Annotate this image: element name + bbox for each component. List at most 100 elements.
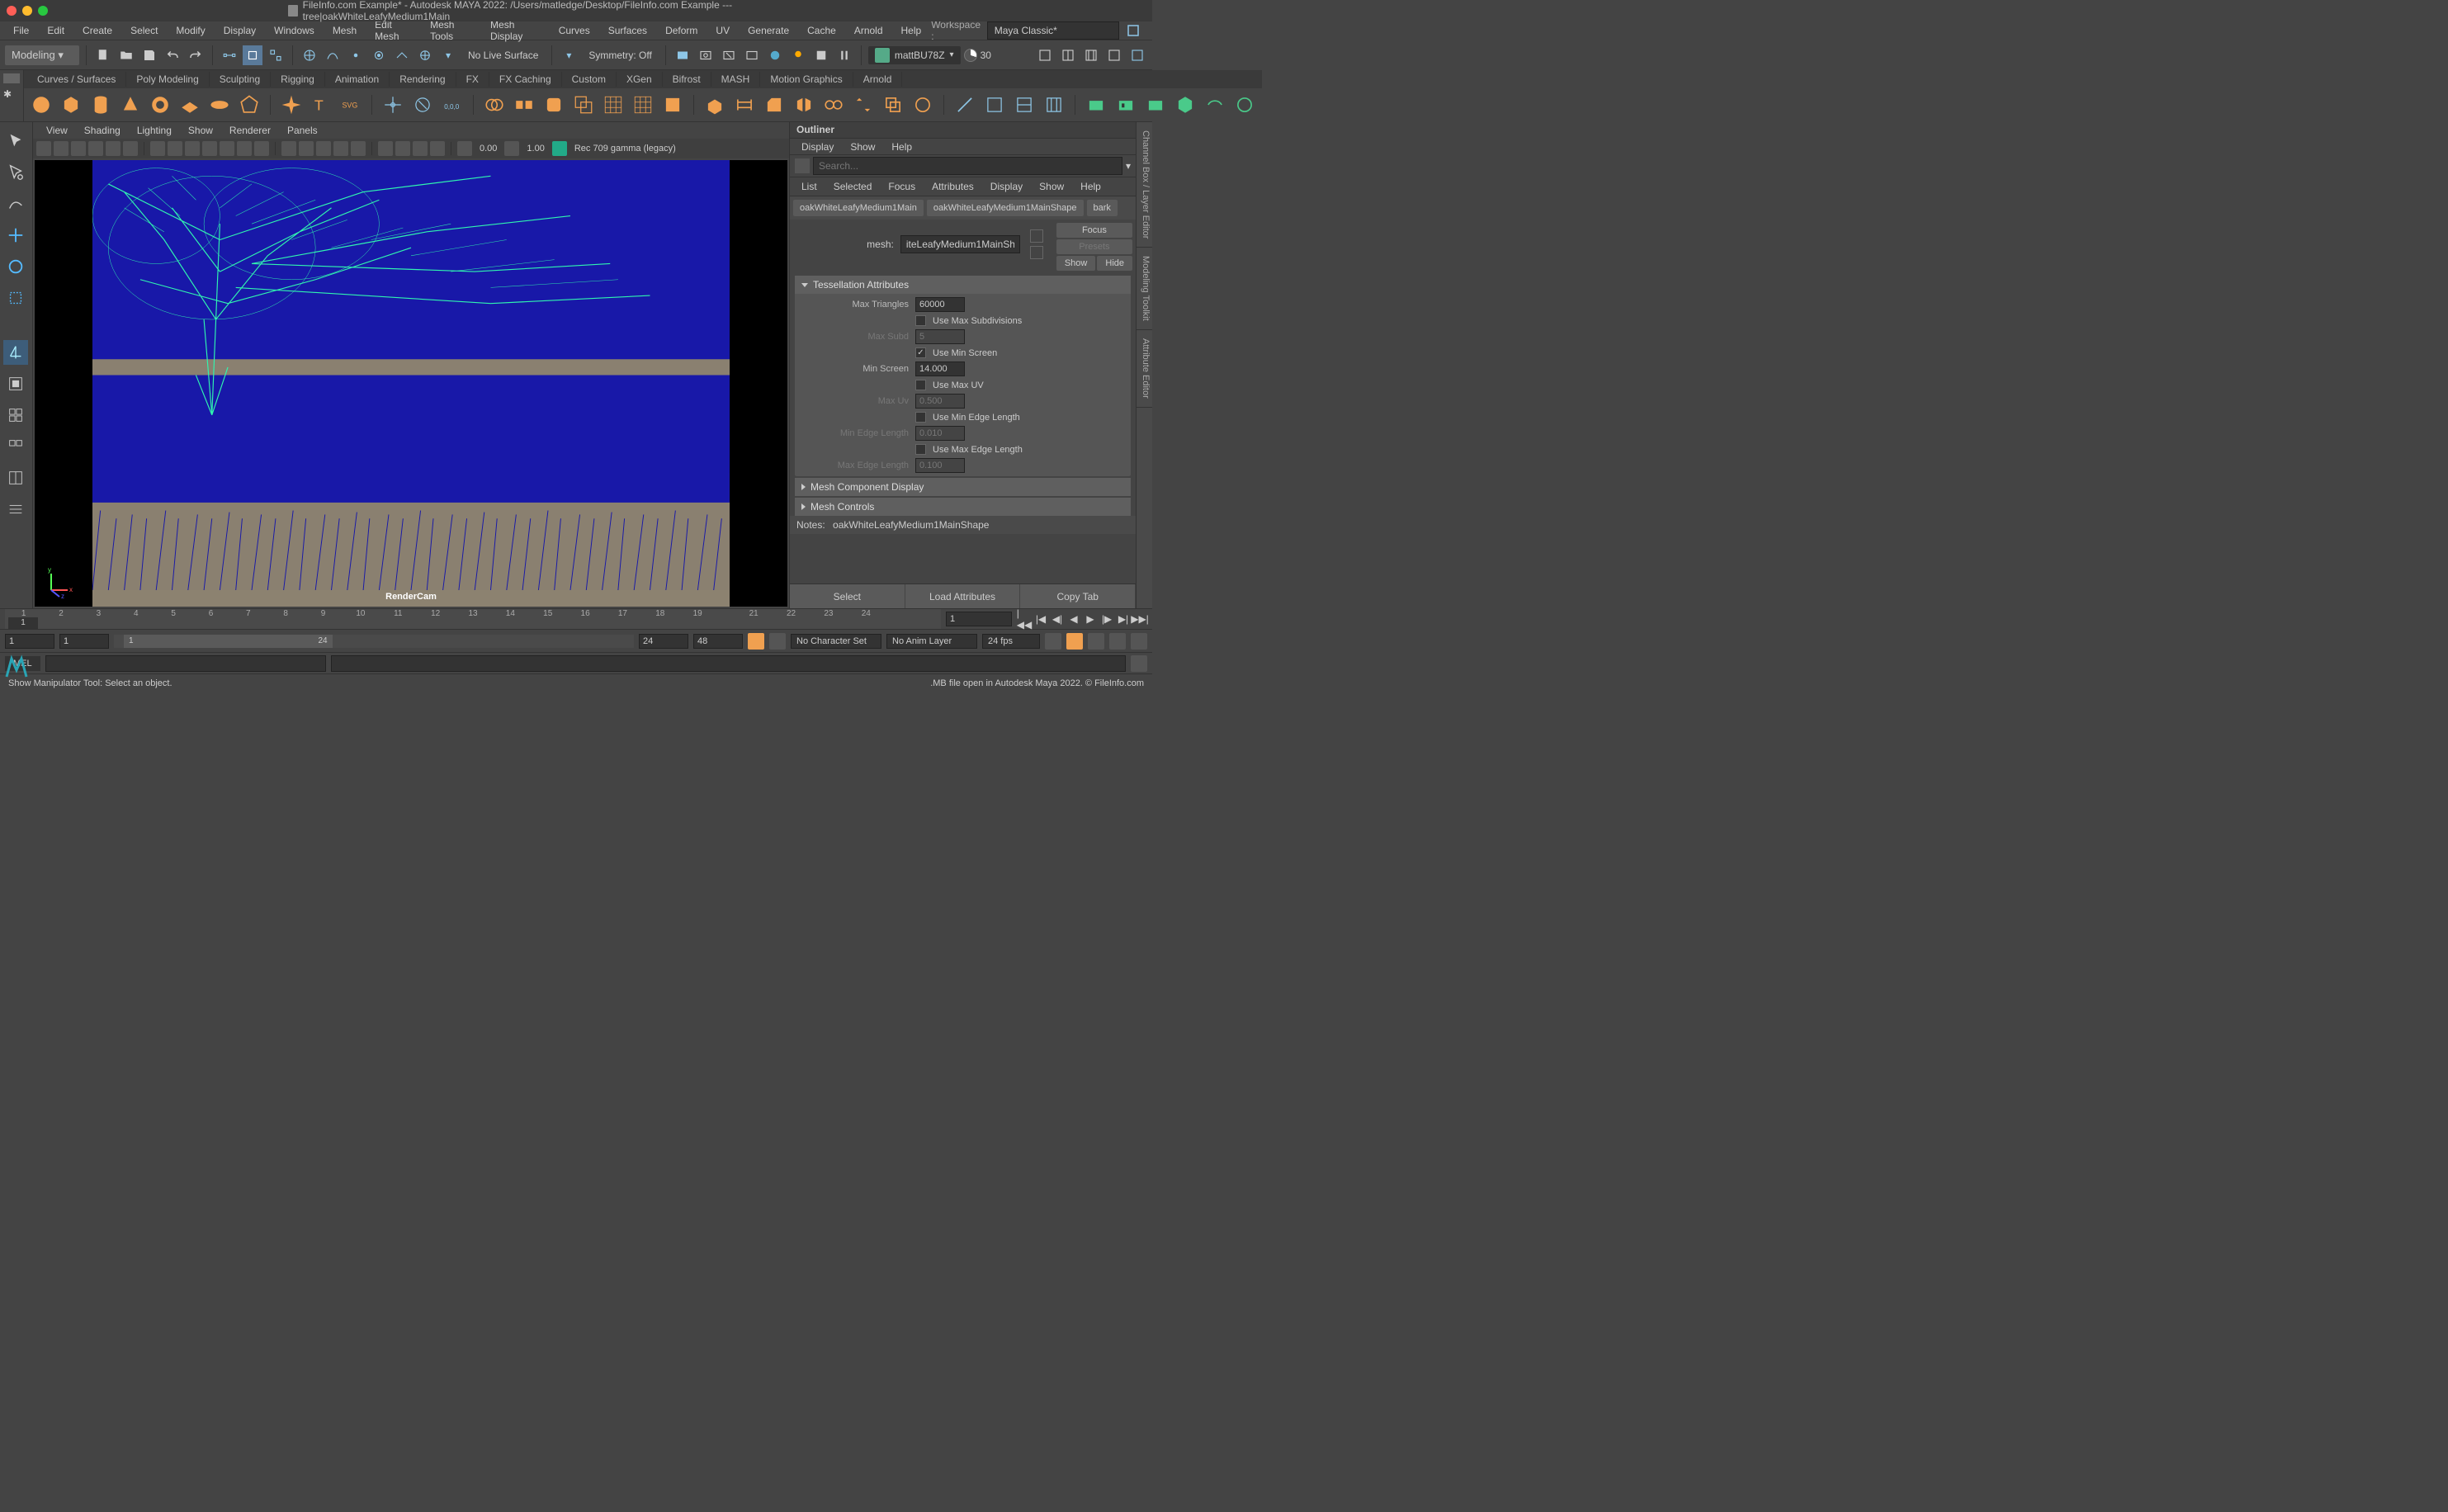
ae-menu-display[interactable]: Display: [982, 179, 1031, 194]
xray-joints-icon[interactable]: [413, 141, 428, 156]
reset-icon[interactable]: 0,0,0: [440, 92, 465, 117]
node-name-input[interactable]: [900, 235, 1020, 253]
open-scene-icon[interactable]: [116, 45, 136, 65]
symmetry-toggle-icon[interactable]: ▾: [559, 45, 579, 65]
target-weld-icon[interactable]: [982, 92, 1007, 117]
menu-set-selector[interactable]: Modeling ▾: [5, 45, 79, 65]
sidebar-toggle-1-icon[interactable]: [1035, 45, 1055, 65]
ae-menu-help[interactable]: Help: [1072, 179, 1109, 194]
step-back-icon[interactable]: ◀|: [1050, 612, 1065, 626]
image-plane-icon[interactable]: [88, 141, 103, 156]
anim-start-input[interactable]: [5, 634, 54, 649]
ae-tab-shape[interactable]: oakWhiteLeafyMedium1MainShape: [927, 200, 1084, 216]
undo-icon[interactable]: [163, 45, 182, 65]
time-slider[interactable]: 1 1234567891011121314151617181921222324 …: [0, 609, 1152, 629]
menu-help[interactable]: Help: [893, 23, 930, 38]
circularize-icon[interactable]: [910, 92, 935, 117]
snap-grid-icon[interactable]: [300, 45, 319, 65]
menu-arnold[interactable]: Arnold: [846, 23, 891, 38]
flip-icon[interactable]: [851, 92, 876, 117]
tessellation-header[interactable]: Tessellation Attributes: [795, 276, 1131, 294]
minimize-icon[interactable]: [22, 6, 32, 16]
playback-start-input[interactable]: [59, 634, 109, 649]
shelf-options-icon[interactable]: ✱: [3, 88, 20, 98]
playback-options-icon[interactable]: [1066, 633, 1083, 650]
sidebar-toggle-2-icon[interactable]: [1058, 45, 1078, 65]
menu-windows[interactable]: Windows: [266, 23, 323, 38]
save-scene-icon[interactable]: [139, 45, 159, 65]
2d-pan-icon[interactable]: [106, 141, 121, 156]
poly-cone-icon[interactable]: [118, 92, 143, 117]
outliner-toggle-3[interactable]: [3, 465, 28, 490]
menu-cache[interactable]: Cache: [799, 23, 844, 38]
use-min-screen-checkbox[interactable]: [915, 347, 926, 358]
toggle-pause-icon[interactable]: [834, 45, 854, 65]
ae-tab-transform[interactable]: oakWhiteLeafyMedium1Main: [793, 200, 924, 216]
exposure-icon[interactable]: [457, 141, 472, 156]
render-frame-icon[interactable]: [696, 45, 716, 65]
panel-menu-show[interactable]: Show: [180, 123, 221, 138]
poly-platonic-icon[interactable]: [237, 92, 262, 117]
use-max-edge-checkbox[interactable]: [915, 444, 926, 455]
poly-plane-icon[interactable]: [177, 92, 202, 117]
range-handle[interactable]: 1 24: [124, 635, 333, 648]
ae-presets-button[interactable]: Presets: [1056, 239, 1132, 254]
shelf-tab-poly[interactable]: Poly Modeling: [126, 72, 209, 87]
sculpt-1-icon[interactable]: [1084, 92, 1108, 117]
safe-title-icon[interactable]: [254, 141, 269, 156]
show-manipulator-tool[interactable]: [3, 340, 28, 365]
select-hierarchy-icon[interactable]: [220, 45, 239, 65]
sculpt-6-icon[interactable]: [1232, 92, 1257, 117]
shelf-tab-mash[interactable]: MASH: [711, 72, 761, 87]
autokey-icon[interactable]: [769, 633, 786, 650]
snap-projected-icon[interactable]: [369, 45, 389, 65]
timeline-track[interactable]: 1 1234567891011121314151617181921222324: [5, 609, 941, 629]
sculpt-2-icon[interactable]: [1113, 92, 1138, 117]
current-frame-indicator[interactable]: 1: [8, 617, 38, 629]
menu-surfaces[interactable]: Surfaces: [600, 23, 655, 38]
sculpt-4-icon[interactable]: [1173, 92, 1198, 117]
sculpt-5-icon[interactable]: [1203, 92, 1227, 117]
step-back-key-icon[interactable]: |◀: [1033, 612, 1048, 626]
mesh-component-header[interactable]: Mesh Component Display: [795, 478, 1131, 496]
poly-sparkle-icon[interactable]: [279, 92, 304, 117]
select-camera-icon[interactable]: [36, 141, 51, 156]
poly-disc-icon[interactable]: [207, 92, 232, 117]
outliner-toggle-2[interactable]: [3, 434, 28, 459]
copy-tab-button[interactable]: Copy Tab: [1020, 584, 1136, 608]
poly-torus-icon[interactable]: [148, 92, 172, 117]
insert-edge-icon[interactable]: [1042, 92, 1066, 117]
outliner-menu-show[interactable]: Show: [842, 139, 883, 154]
close-icon[interactable]: [7, 6, 17, 16]
redo-icon[interactable]: [186, 45, 206, 65]
go-to-end-icon[interactable]: ▶▶|: [1132, 612, 1147, 626]
prefs-icon[interactable]: [1131, 633, 1147, 650]
snap-toggle-icon[interactable]: ▾: [438, 45, 458, 65]
shelf-tab-sculpting[interactable]: Sculpting: [210, 72, 271, 87]
ae-menu-show[interactable]: Show: [1031, 179, 1072, 194]
smooth-icon[interactable]: [541, 92, 566, 117]
film-gate-icon[interactable]: [168, 141, 182, 156]
maximize-icon[interactable]: [38, 6, 48, 16]
hypershade-icon[interactable]: [765, 45, 785, 65]
panel-menu-shading[interactable]: Shading: [76, 123, 129, 138]
poly-type-icon[interactable]: T: [309, 92, 333, 117]
mirror-icon[interactable]: [792, 92, 816, 117]
sidebar-toggle-5-icon[interactable]: [1127, 45, 1147, 65]
play-forward-icon[interactable]: ▶: [1083, 612, 1098, 626]
step-forward-key-icon[interactable]: ▶|: [1116, 612, 1131, 626]
retopo-icon[interactable]: [660, 92, 685, 117]
use-lights-icon[interactable]: [333, 141, 348, 156]
menu-modify[interactable]: Modify: [168, 23, 213, 38]
render-settings-icon[interactable]: [742, 45, 762, 65]
search-dropdown-icon[interactable]: ▾: [1126, 160, 1131, 172]
outliner-toggle-1[interactable]: [3, 403, 28, 428]
use-min-edge-checkbox[interactable]: [915, 412, 926, 423]
panel-menu-view[interactable]: View: [38, 123, 76, 138]
menu-generate[interactable]: Generate: [740, 23, 797, 38]
bookmarks-icon[interactable]: [71, 141, 86, 156]
render-setup-icon[interactable]: [811, 45, 831, 65]
use-max-uv-checkbox[interactable]: [915, 380, 926, 390]
ae-focus-button[interactable]: Focus: [1056, 223, 1132, 238]
outliner-menu-help[interactable]: Help: [883, 139, 920, 154]
